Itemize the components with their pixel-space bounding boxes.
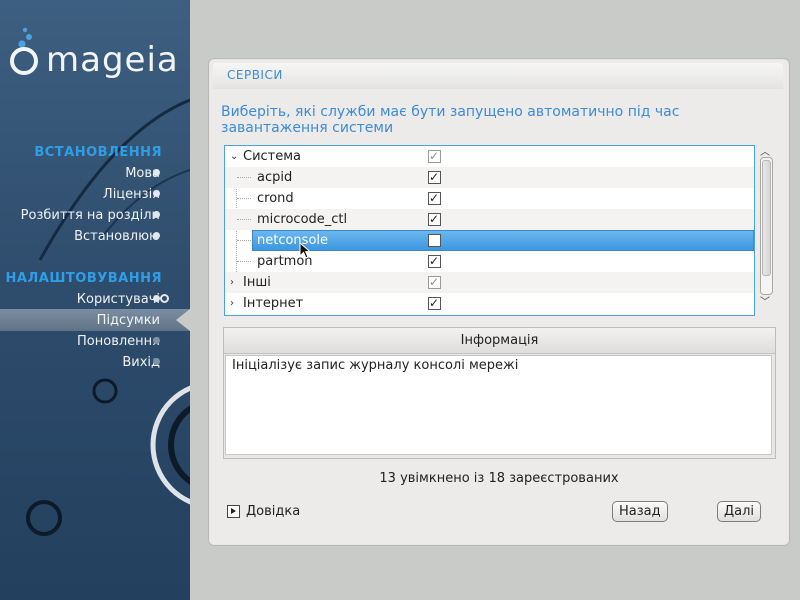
info-box: Інформація Ініціалізує запис журналу кон…: [223, 327, 776, 459]
status-dot-icon: [153, 232, 160, 239]
tree-guide-tick: [237, 177, 251, 178]
tree-guide-tick: [237, 198, 251, 199]
services-panel: СЕРВІСИ Виберіть, які служби має бути за…: [208, 58, 790, 546]
active-step-highlight: [0, 309, 190, 331]
scrollbar-track[interactable]: [760, 157, 773, 295]
panel-subtitle: Виберіть, які служби має бути запущено а…: [221, 104, 680, 136]
status-dot-icon: [153, 190, 160, 197]
status-dot-icon: [153, 358, 160, 365]
nav-item-partitioning: Розбиття на розділи: [20, 208, 160, 223]
panel-title: СЕРВІСИ: [227, 68, 283, 82]
status-dot-icon: [153, 169, 160, 176]
tree-group-system[interactable]: ⌄ Система ✓: [225, 146, 754, 167]
tree-item-label: netconsole: [257, 233, 329, 248]
service-checkbox[interactable]: ✓: [428, 149, 441, 163]
status-dot-icon: [153, 337, 160, 344]
tree-guide-tick: [237, 219, 251, 220]
chevron-right-icon[interactable]: ›: [230, 293, 234, 314]
tree-item-label: Інші: [243, 275, 271, 290]
section-install-heading: ВСТАНОВЛЕННЯ: [34, 145, 162, 160]
logo-text: mageia: [46, 40, 179, 80]
services-tree[interactable]: ⌄ Система ✓ acpid ✓ crond ✓ microcode_ct…: [224, 145, 755, 316]
panel-header: [213, 63, 783, 89]
tree-item-acpid[interactable]: acpid ✓: [225, 167, 754, 188]
tree-item-label: crond: [257, 191, 294, 206]
checkmark-icon: ✓: [429, 191, 440, 205]
service-checkbox[interactable]: ✓: [428, 275, 441, 289]
back-button[interactable]: Назад: [612, 501, 668, 522]
nav-item-summary: Підсумки: [96, 313, 160, 328]
checkmark-icon: ✓: [429, 254, 440, 268]
tree-item-label: microcode_ctl: [257, 212, 348, 227]
nav-item-license: Ліцензія: [102, 187, 160, 202]
chevron-down-icon[interactable]: ﹀: [760, 293, 770, 308]
status-dot-icon: [153, 211, 160, 218]
service-checkbox[interactable]: ✓: [428, 170, 441, 184]
tree-item-label: Система: [243, 149, 302, 164]
nav-item-users: Користувачі: [76, 292, 160, 307]
checkmark-icon: ✓: [429, 170, 440, 184]
services-status: 13 увімкнено із 18 зареєстрованих: [379, 471, 619, 486]
checkmark-icon: ✓: [429, 296, 440, 310]
help-expander[interactable]: Довідка: [227, 504, 300, 519]
tree-item-crond[interactable]: crond ✓: [225, 188, 754, 209]
tree-item-label: acpid: [257, 170, 293, 185]
service-checkbox[interactable]: ✓: [428, 254, 441, 268]
chevron-down-icon[interactable]: ⌄: [230, 146, 238, 167]
service-checkbox[interactable]: ✓: [428, 296, 441, 310]
tree-guide-tick: [237, 240, 251, 241]
info-description: Ініціалізує запис журналу консолі мережі: [225, 355, 772, 455]
service-checkbox[interactable]: [428, 234, 441, 247]
service-checkbox[interactable]: ✓: [428, 191, 441, 205]
sidebar: mageia ВСТАНОВЛЕННЯ Мова Ліцензія Розбит…: [0, 0, 190, 600]
scrollbar-thumb[interactable]: [762, 160, 771, 276]
section-config-heading: НАЛАШТОВУВАННЯ: [5, 271, 162, 286]
tree-group-internet[interactable]: › Інтернет ✓: [225, 293, 754, 314]
tree-item-microcode-ctl[interactable]: microcode_ctl ✓: [225, 209, 754, 230]
status-ring-icon: [160, 294, 169, 303]
chevron-up-icon[interactable]: ︿: [760, 143, 770, 158]
service-checkbox[interactable]: ✓: [428, 212, 441, 226]
expand-triangle-icon[interactable]: [227, 505, 240, 518]
mouse-pointer-icon: [299, 242, 312, 259]
tree-scrollbar[interactable]: ︿ ﹀: [759, 145, 773, 315]
tree-item-label: Інтернет: [243, 296, 304, 311]
nav-item-updates: Поновлення: [77, 334, 160, 349]
active-step-arrow-icon: [176, 309, 190, 331]
checkmark-icon: ✓: [429, 212, 440, 226]
checkmark-icon: ✓: [429, 149, 440, 163]
tree-guide-tick: [237, 261, 251, 262]
chevron-right-icon[interactable]: ›: [230, 272, 234, 293]
tree-group-other[interactable]: › Інші ✓: [225, 272, 754, 293]
next-button[interactable]: Далі: [717, 501, 762, 522]
nav-item-installing: Встановлюю: [74, 229, 160, 244]
status-dot-icon: [153, 295, 160, 302]
checkmark-icon: ✓: [429, 275, 440, 289]
help-label: Довідка: [246, 504, 301, 519]
info-header: Інформація: [224, 328, 775, 354]
